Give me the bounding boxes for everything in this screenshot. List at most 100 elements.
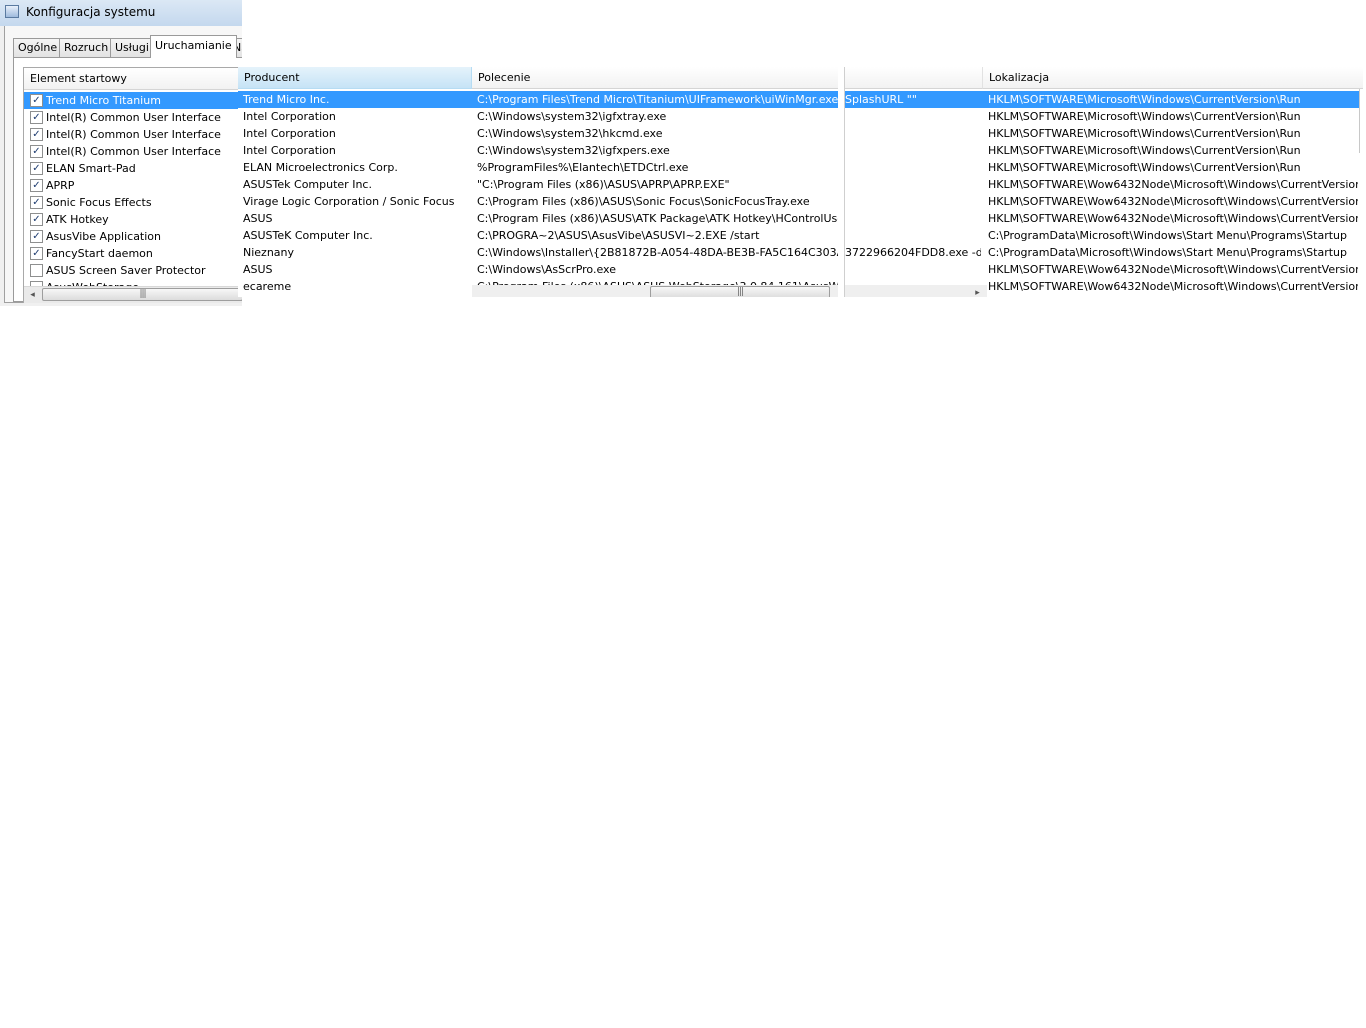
- command-tail-cell: 3722966204FDD8.exe -d: [845, 246, 981, 259]
- command-cell: C:\Program Files (x86)\ASUS\Sonic Focus\…: [477, 195, 810, 208]
- column-header-element[interactable]: Element startowy: [24, 68, 242, 90]
- tab-services[interactable]: Usługi: [110, 38, 154, 57]
- table-row[interactable]: HKLM\SOFTWARE\Wow6432Node\Microsoft\Wind…: [845, 210, 1359, 227]
- table-row[interactable]: SplashURL "" HKLM\SOFTWARE\Microsoft\Wind…: [845, 91, 1359, 108]
- startup-checkbox[interactable]: ✓: [30, 213, 43, 226]
- producer-cell: ASUS: [243, 212, 273, 225]
- startup-checkbox[interactable]: ✓: [30, 196, 43, 209]
- startup-checkbox[interactable]: ✓: [30, 111, 43, 124]
- startup-checkbox[interactable]: ✓: [30, 179, 43, 192]
- location-cell: HKLM\SOFTWARE\Microsoft\Windows\CurrentV…: [988, 93, 1301, 106]
- table-row[interactable]: ELAN Microelectronics Corp. %ProgramFiles…: [238, 159, 838, 176]
- table-row[interactable]: HKLM\SOFTWARE\Wow6432Node\Microsoft\Wind…: [845, 176, 1359, 193]
- tab-general[interactable]: Ogólne: [13, 38, 63, 57]
- element-name: FancyStart daemon: [46, 247, 153, 260]
- column-header-command[interactable]: Polecenie: [472, 67, 838, 89]
- table-row[interactable]: ✓ Sonic Focus Effects: [24, 194, 242, 211]
- column-header-command-continued[interactable]: [845, 67, 983, 89]
- table-row[interactable]: HKLM\SOFTWARE\Wow6432Node\Microsoft\Wind…: [845, 261, 1359, 278]
- producer-cell: Virage Logic Corporation / Sonic Focus: [243, 195, 455, 208]
- table-row[interactable]: ASUSTek Computer Inc. "C:\Program Files (…: [238, 176, 838, 193]
- table-row[interactable]: Trend Micro Inc. C:\Program Files\Trend M…: [238, 91, 838, 108]
- table-row[interactable]: ✓ FancyStart daemon: [24, 245, 242, 262]
- startup-checkbox[interactable]: ✓: [30, 145, 43, 158]
- producer-cell: ASUS: [243, 263, 273, 276]
- command-tail-cell: [845, 159, 981, 176]
- startup-list-left[interactable]: Element startowy ✓ Trend Micro Titanium ✓ I…: [23, 67, 242, 303]
- table-row[interactable]: ASUSTeK Computer Inc. C:\PROGRA~2\ASUS\As…: [238, 227, 838, 244]
- horizontal-scrollbar[interactable]: ◂ |||: [24, 286, 242, 303]
- command-cell: C:\Windows\Installer\{2B81872B-A054-48DA…: [477, 246, 838, 259]
- command-cell: %ProgramFiles%\Elantech\ETDCtrl.exe: [477, 161, 689, 174]
- table-row[interactable]: Intel Corporation C:\Windows\system32\igf…: [238, 108, 838, 125]
- command-cell: C:\Windows\system32\igfxpers.exe: [477, 144, 670, 157]
- table-row[interactable]: Intel Corporation C:\Windows\system32\hkc…: [238, 125, 838, 142]
- command-cell: C:\Program Files (x86)\ASUS\ATK Package\…: [477, 212, 838, 225]
- table-row[interactable]: ✓ ATK Hotkey: [24, 211, 242, 228]
- startup-checkbox[interactable]: ✓: [30, 162, 43, 175]
- table-row[interactable]: 3722966204FDD8.exe -d C:\ProgramData\Micr…: [845, 244, 1359, 261]
- table-row[interactable]: ASUS Screen Saver Protector: [24, 262, 242, 279]
- startup-checkbox[interactable]: ✓: [30, 247, 43, 260]
- grip-icon: |||: [736, 287, 744, 297]
- table-row[interactable]: ✓ Intel(R) Common User Interface: [24, 126, 242, 143]
- scroll-left-icon[interactable]: ◂: [24, 287, 41, 303]
- scroll-thumb[interactable]: |||: [42, 288, 242, 301]
- command-cell: "C:\Program Files (x86)\ASUS\APRP\APRP.E…: [477, 178, 730, 191]
- element-name: AsusVibe Application: [46, 230, 162, 243]
- table-row[interactable]: ✓ APRP: [24, 177, 242, 194]
- table-row[interactable]: HKLM\SOFTWARE\Microsoft\Windows\CurrentV…: [845, 108, 1359, 125]
- table-row[interactable]: HKLM\SOFTWARE\Microsoft\Windows\CurrentV…: [845, 125, 1359, 142]
- element-name: Sonic Focus Effects: [46, 196, 152, 209]
- startup-checkbox[interactable]: ✓: [30, 128, 43, 141]
- horizontal-scrollbar-right[interactable]: ▸: [845, 285, 987, 297]
- command-tail-cell: [845, 125, 981, 142]
- table-row[interactable]: Nieznany C:\Windows\Installer\{2B81872B-A…: [238, 244, 838, 261]
- producer-cell: Trend Micro Inc.: [238, 91, 472, 108]
- producer-cell: ecareme: [243, 280, 292, 293]
- table-row[interactable]: ✓ Intel(R) Common User Interface: [24, 109, 242, 126]
- table-row[interactable]: HKLM\SOFTWARE\Microsoft\Windows\CurrentV…: [845, 142, 1359, 159]
- producer-cell: Intel Corporation: [243, 144, 336, 157]
- command-cell: C:\Windows\AsScrPro.exe: [477, 263, 616, 276]
- table-row[interactable]: Intel Corporation C:\Windows\system32\igf…: [238, 142, 838, 159]
- element-name: ASUS Screen Saver Protector: [46, 264, 206, 277]
- startup-checkbox[interactable]: [30, 264, 43, 277]
- table-row[interactable]: ✓ ELAN Smart-Pad: [24, 160, 242, 177]
- table-row[interactable]: C:\ProgramData\Microsoft\Windows\Start M…: [845, 227, 1359, 244]
- location-cell: HKLM\SOFTWARE\Wow6432Node\Microsoft\Wind…: [988, 212, 1358, 225]
- column-header-location[interactable]: Lokalizacja: [983, 67, 1363, 89]
- startup-checkbox[interactable]: ✓: [30, 94, 43, 107]
- tab-boot[interactable]: Rozruch: [59, 38, 114, 57]
- command-tail-cell: [845, 210, 981, 227]
- scroll-thumb[interactable]: |||: [650, 286, 830, 297]
- table-row[interactable]: ✓ Trend Micro Titanium: [24, 92, 242, 109]
- table-row[interactable]: ✓ Intel(R) Common User Interface: [24, 143, 242, 160]
- column-header-producer[interactable]: Producent: [238, 67, 472, 89]
- startup-checkbox[interactable]: ✓: [30, 230, 43, 243]
- producer-cell: Intel Corporation: [243, 127, 336, 140]
- msconfig-icon: [5, 5, 19, 18]
- command-tail-cell: [845, 261, 981, 278]
- startup-list-middle-fragment: Producent Polecenie Trend Micro Inc. C:\P…: [238, 67, 838, 297]
- table-row[interactable]: ✓ AsusVibe Application: [24, 228, 242, 245]
- command-tail-cell: [845, 193, 981, 210]
- tab-startup[interactable]: Uruchamianie: [150, 35, 237, 58]
- location-cell: HKLM\SOFTWARE\Wow6432Node\Microsoft\Wind…: [988, 178, 1358, 191]
- table-row[interactable]: ASUS C:\Program Files (x86)\ASUS\ATK Pack…: [238, 210, 838, 227]
- table-row[interactable]: ASUS C:\Windows\AsScrPro.exe: [238, 261, 838, 278]
- table-row[interactable]: Virage Logic Corporation / Sonic Focus C:…: [238, 193, 838, 210]
- title-bar: Konfiguracja systemu: [0, 0, 242, 26]
- element-name: Intel(R) Common User Interface: [46, 128, 221, 141]
- grip-icon: |||: [139, 289, 146, 299]
- command-tail-cell: [845, 142, 981, 159]
- table-row[interactable]: HKLM\SOFTWARE\Microsoft\Windows\CurrentV…: [845, 159, 1359, 176]
- command-tail-cell: [845, 108, 981, 125]
- command-cell: C:\Program Files\Trend Micro\Titanium\UI…: [472, 91, 838, 108]
- producer-cell: ASUSTeK Computer Inc.: [243, 229, 373, 242]
- table-row[interactable]: HKLM\SOFTWARE\Wow6432Node\Microsoft\Wind…: [845, 193, 1359, 210]
- element-name: ELAN Smart-Pad: [46, 162, 136, 175]
- horizontal-scrollbar-middle[interactable]: |||: [472, 285, 838, 297]
- location-cell: C:\ProgramData\Microsoft\Windows\Start M…: [988, 229, 1347, 242]
- scroll-right-icon[interactable]: ▸: [969, 285, 986, 297]
